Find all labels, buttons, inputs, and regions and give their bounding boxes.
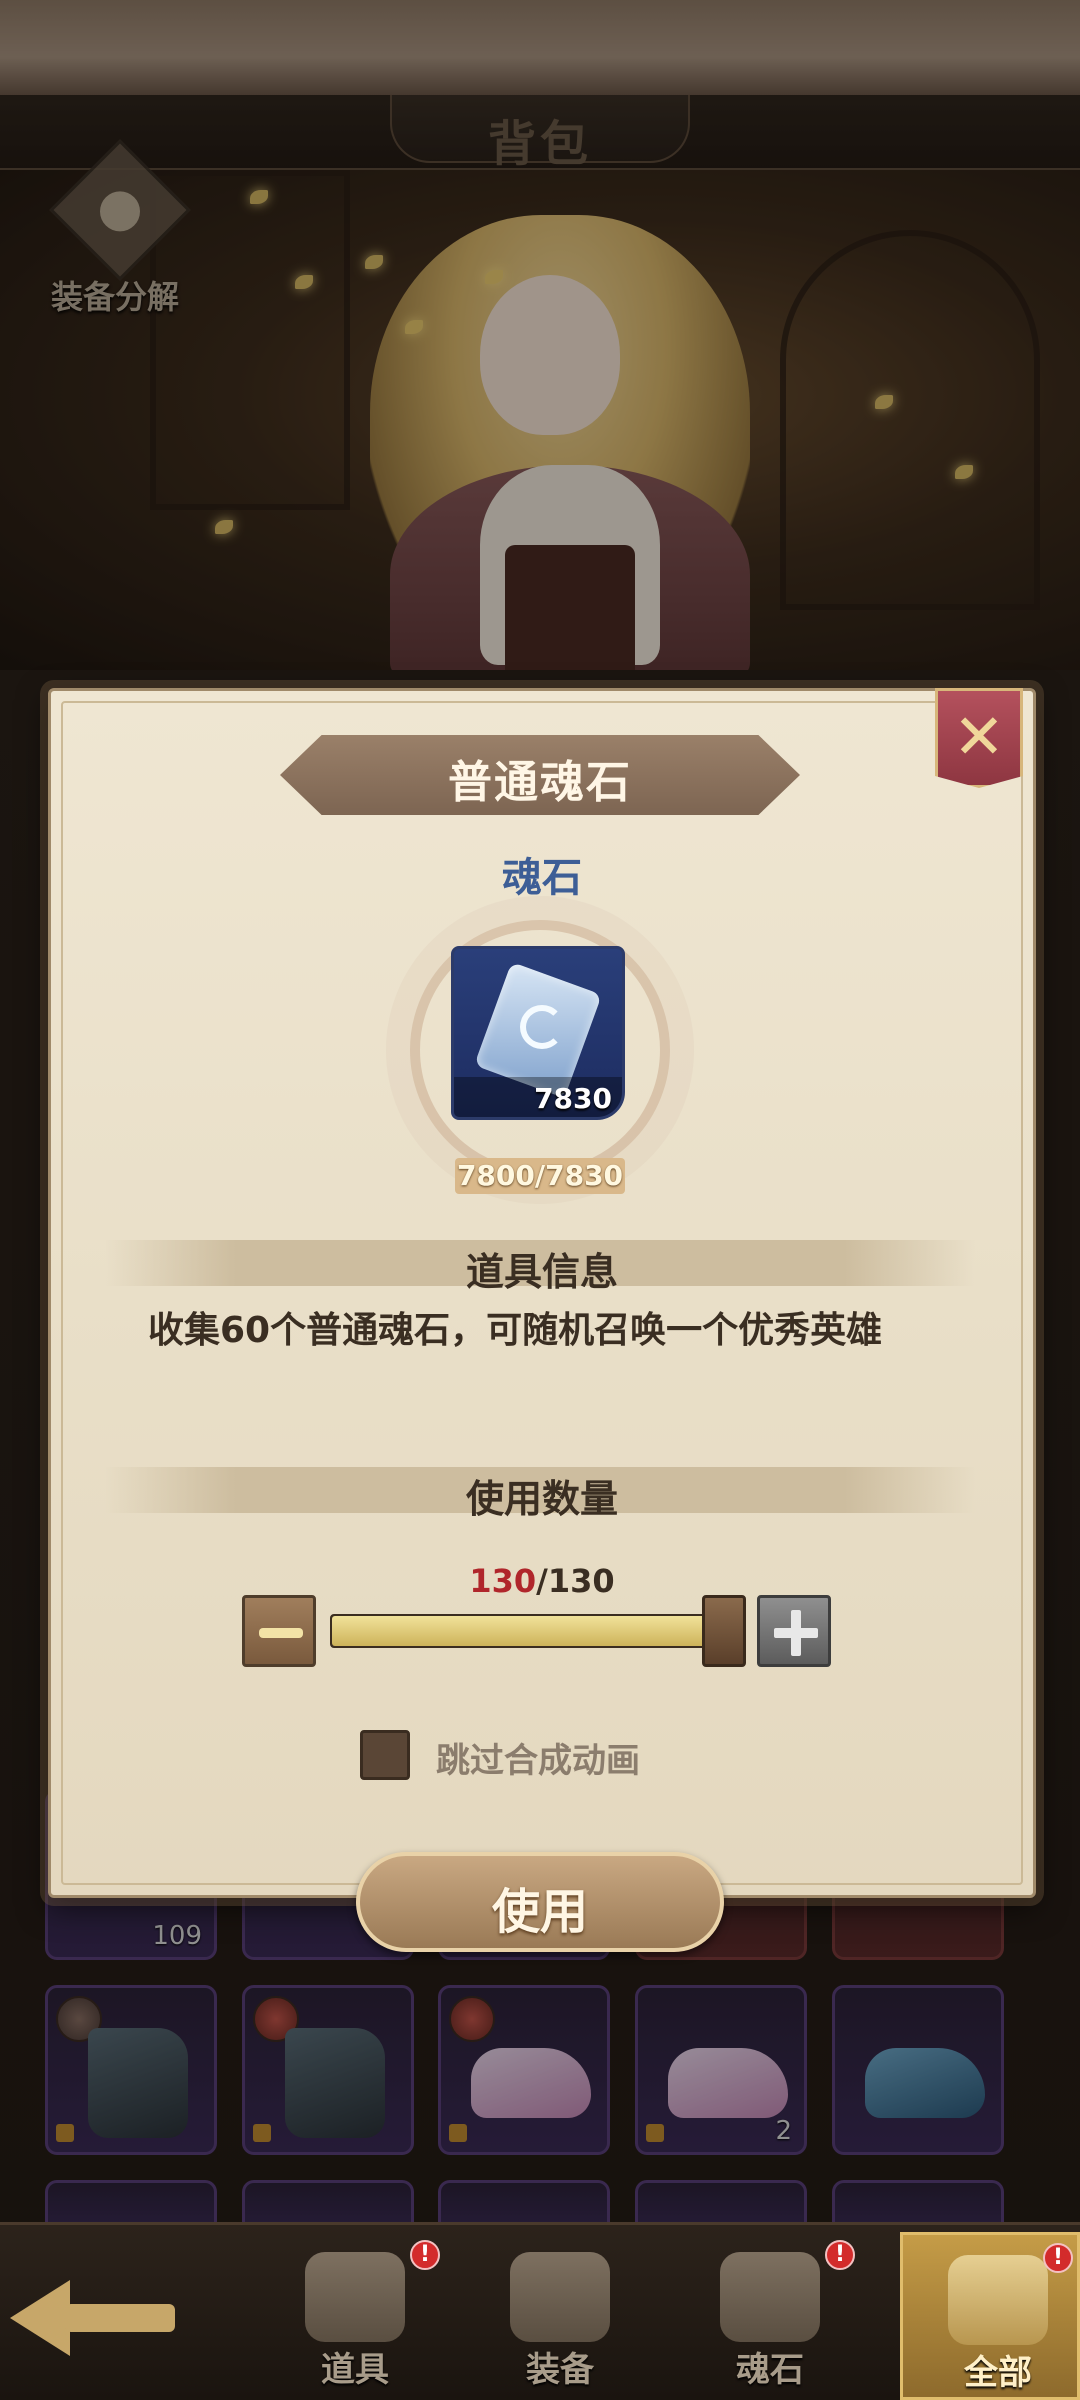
- book-icon: [948, 2255, 1048, 2345]
- alert-badge: !: [825, 2240, 855, 2270]
- quantity-section-title: 使用数量: [465, 1477, 618, 1521]
- tab-all[interactable]: 全部 !: [900, 2232, 1080, 2400]
- slider-fill: [332, 1616, 723, 1646]
- soul-stone-tab-icon: [720, 2252, 820, 2342]
- item-name: 普通魂石: [448, 757, 632, 808]
- armor-icon: [510, 2252, 610, 2342]
- tab-soul-stone[interactable]: 魂石 !: [675, 2232, 865, 2400]
- back-arrow-icon: [10, 2280, 70, 2356]
- backpack-screen: 背包 装备分解 109 2 ✕ 普通魂石 魂石 7830 7800/7830 道…: [0, 0, 1080, 2400]
- tab-equipment[interactable]: 装备: [465, 2232, 655, 2400]
- tab-label: 道具: [321, 2350, 389, 2390]
- close-icon: ✕: [953, 700, 1005, 773]
- soul-stone-icon: 7830: [451, 946, 625, 1120]
- minus-icon: [259, 1628, 303, 1638]
- tab-label: 全部: [964, 2353, 1032, 2393]
- stone-emblem: [520, 1005, 564, 1049]
- back-button[interactable]: [10, 2270, 190, 2360]
- tab-items[interactable]: 道具 !: [260, 2232, 450, 2400]
- quantity-readout: 130/130: [48, 1562, 1036, 1600]
- alert-badge: !: [1043, 2243, 1073, 2273]
- collection-progress: 7800/7830: [455, 1158, 625, 1194]
- decrease-button[interactable]: [242, 1595, 316, 1667]
- increase-button[interactable]: [757, 1595, 831, 1667]
- quantity-current: 130: [469, 1562, 537, 1600]
- use-button-label[interactable]: 使用: [356, 1872, 724, 1942]
- scroll-icon: [305, 2252, 405, 2342]
- slider-handle[interactable]: [702, 1595, 746, 1667]
- tab-label: 魂石: [736, 2350, 804, 2390]
- item-owned-count: 7830: [534, 1082, 612, 1115]
- item-category: 魂石: [502, 855, 582, 901]
- quantity-slider[interactable]: [330, 1614, 725, 1648]
- item-description: 收集60个普通魂石，可随机召唤一个优秀英雄: [148, 1310, 883, 1351]
- skip-animation-checkbox[interactable]: [360, 1730, 410, 1780]
- tab-label: 装备: [526, 2350, 594, 2390]
- info-section-title: 道具信息: [465, 1250, 618, 1294]
- plus-icon-vertical: [791, 1610, 801, 1656]
- quantity-separator: /: [536, 1562, 548, 1600]
- quantity-max: 130: [547, 1562, 615, 1600]
- skip-animation-label[interactable]: 跳过合成动画: [436, 1733, 640, 1782]
- alert-badge: !: [410, 2240, 440, 2270]
- back-arrow-shaft: [65, 2304, 175, 2332]
- close-button[interactable]: ✕: [935, 688, 1023, 788]
